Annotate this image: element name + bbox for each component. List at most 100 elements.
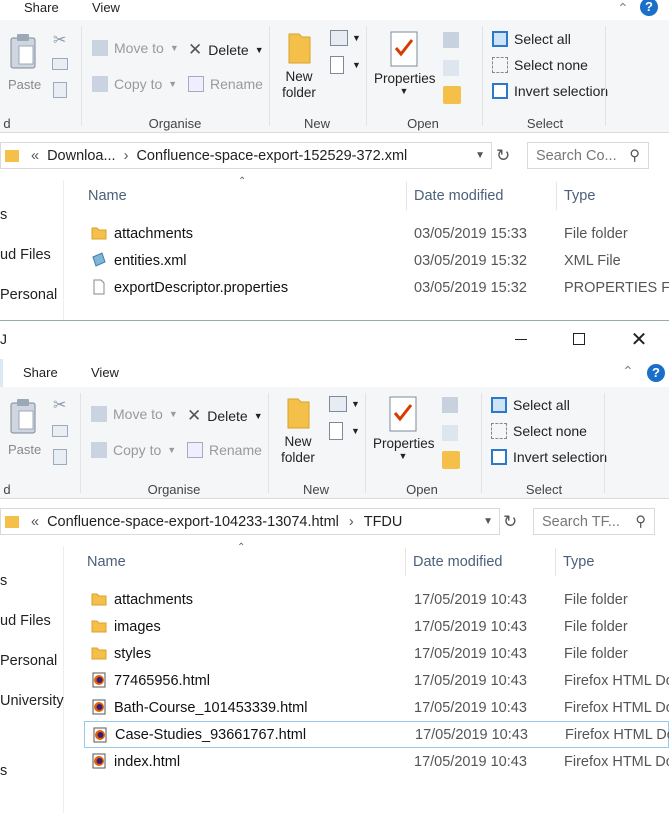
address-dropdown-icon[interactable]: ▼: [483, 516, 493, 527]
file-row[interactable]: images 17/05/2019 10:43 File folder: [64, 613, 669, 640]
rename-button[interactable]: Rename: [188, 76, 263, 92]
cut-icon[interactable]: ✂: [53, 30, 66, 50]
invert-selection-button[interactable]: Invert selection: [491, 449, 607, 465]
column-name[interactable]: Name: [87, 554, 126, 570]
tab-view[interactable]: View: [92, 0, 120, 15]
collapse-ribbon-icon[interactable]: ⌃: [622, 363, 634, 380]
file-row[interactable]: entities.xml 03/05/2019 15:32 XML File: [64, 247, 669, 274]
column-name[interactable]: Name: [88, 188, 127, 204]
paste-shortcut-icon[interactable]: [53, 82, 67, 98]
copy-path-icon[interactable]: [52, 58, 68, 70]
search-input[interactable]: Search TF... ⚲: [533, 508, 655, 535]
address-bar[interactable]: « Downloa... › Confluence-space-export-1…: [0, 142, 492, 169]
nav-item[interactable]: s: [0, 207, 7, 223]
easy-access-icon[interactable]: [330, 56, 344, 74]
file-row[interactable]: Bath-Course_101453339.html 17/05/2019 10:…: [64, 694, 669, 721]
column-divider[interactable]: [555, 548, 556, 576]
invert-selection-label: Invert selection: [514, 83, 609, 99]
move-to-button[interactable]: Move to ▼: [92, 40, 179, 56]
refresh-icon[interactable]: ↻: [496, 146, 510, 166]
breadcrumb-item[interactable]: Confluence-space-export-104233-13074.htm…: [47, 514, 339, 530]
breadcrumb-item[interactable]: TFDU: [364, 514, 403, 530]
nav-item[interactable]: s: [0, 573, 7, 589]
help-icon[interactable]: ?: [647, 364, 665, 382]
file-row[interactable]: exportDescriptor.properties 03/05/2019 15…: [64, 274, 669, 301]
file-row[interactable]: index.html 17/05/2019 10:43 Firefox HTML D…: [64, 748, 669, 775]
breadcrumb-item[interactable]: Confluence-space-export-152529-372.xml: [136, 148, 407, 164]
new-item-icon[interactable]: [329, 396, 347, 412]
file-row[interactable]: 77465956.html 17/05/2019 10:43 Firefox HTM…: [64, 667, 669, 694]
paste-shortcut-icon[interactable]: [53, 449, 67, 465]
new-folder-button[interactable]: New folder: [279, 395, 317, 466]
nav-item[interactable]: University: [0, 693, 64, 709]
address-dropdown-icon[interactable]: ▼: [475, 150, 485, 161]
delete-label: Delete: [208, 42, 249, 58]
file-name: attachments: [114, 591, 193, 608]
search-placeholder: Search Co...: [536, 147, 617, 164]
open-icon[interactable]: [443, 32, 459, 48]
maximize-button[interactable]: [556, 323, 602, 355]
easy-access-icon[interactable]: [329, 422, 343, 440]
refresh-icon[interactable]: ↻: [503, 512, 517, 532]
paste-button[interactable]: Paste: [8, 397, 41, 457]
tab-view[interactable]: View: [91, 365, 119, 380]
nav-item[interactable]: Personal: [0, 287, 57, 303]
nav-item[interactable]: Personal: [0, 653, 57, 669]
history-chevron-icon[interactable]: «: [31, 148, 39, 164]
breadcrumb-item[interactable]: Downloa...: [47, 148, 116, 164]
delete-button[interactable]: ✕ Delete ▼: [188, 40, 264, 60]
column-date-modified[interactable]: Date modified: [413, 554, 502, 570]
select-none-button[interactable]: Select none: [492, 57, 588, 73]
tab-share[interactable]: Share: [23, 365, 58, 380]
search-input[interactable]: Search Co... ⚲: [527, 142, 649, 169]
select-all-button[interactable]: Select all: [492, 31, 571, 47]
delete-label: Delete: [207, 408, 248, 424]
move-to-button[interactable]: Move to ▼: [91, 406, 178, 422]
file-row[interactable]: Case-Studies_93661767.html 17/05/2019 10:…: [84, 721, 669, 748]
column-type[interactable]: Type: [564, 188, 595, 204]
group-label-clipboard: d: [3, 482, 11, 497]
new-item-icon[interactable]: [330, 30, 348, 46]
help-icon[interactable]: ?: [640, 0, 658, 16]
column-type[interactable]: Type: [563, 554, 594, 570]
paste-button[interactable]: Paste: [8, 32, 41, 92]
select-none-button[interactable]: Select none: [491, 423, 587, 439]
minimize-button[interactable]: [498, 323, 544, 355]
properties-button[interactable]: Properties ▼: [373, 395, 435, 461]
column-divider[interactable]: [405, 548, 406, 576]
rename-button[interactable]: Rename: [187, 442, 262, 458]
tab-share[interactable]: Share: [24, 0, 59, 15]
folder-icon: [5, 149, 19, 162]
invert-selection-button[interactable]: Invert selection: [492, 83, 608, 99]
copy-path-icon[interactable]: [52, 425, 68, 437]
history-icon[interactable]: [443, 86, 461, 104]
column-date-modified[interactable]: Date modified: [414, 188, 503, 204]
edit-icon[interactable]: [442, 425, 458, 441]
column-divider[interactable]: [556, 182, 557, 210]
nav-item[interactable]: ud Files: [0, 247, 51, 263]
history-icon[interactable]: [442, 451, 460, 469]
column-divider[interactable]: [406, 182, 407, 210]
address-bar[interactable]: « Confluence-space-export-104233-13074.h…: [0, 508, 500, 535]
properties-button[interactable]: Properties ▼: [374, 30, 436, 96]
rename-label: Rename: [209, 442, 262, 458]
file-row[interactable]: attachments 03/05/2019 15:33 File folder: [64, 220, 669, 247]
edit-icon[interactable]: [443, 60, 459, 76]
file-row[interactable]: styles 17/05/2019 10:43 File folder: [64, 640, 669, 667]
copy-to-button[interactable]: Copy to ▼: [92, 76, 177, 92]
window-title: J: [0, 331, 7, 347]
xml-file-icon: [91, 252, 107, 268]
select-all-button[interactable]: Select all: [491, 397, 570, 413]
close-icon: ✕: [630, 328, 648, 351]
nav-item[interactable]: ud Files: [0, 613, 51, 629]
nav-item[interactable]: s: [0, 763, 7, 779]
collapse-ribbon-icon[interactable]: ⌃: [617, 0, 629, 17]
open-icon[interactable]: [442, 397, 458, 413]
copy-to-button[interactable]: Copy to ▼: [91, 442, 176, 458]
new-folder-button[interactable]: New folder: [280, 30, 318, 101]
file-row[interactable]: attachments 17/05/2019 10:43 File folder: [64, 586, 669, 613]
cut-icon[interactable]: ✂: [53, 395, 66, 415]
close-button[interactable]: ✕: [616, 323, 662, 355]
delete-button[interactable]: ✕ Delete ▼: [187, 406, 263, 426]
history-chevron-icon[interactable]: «: [31, 514, 39, 530]
